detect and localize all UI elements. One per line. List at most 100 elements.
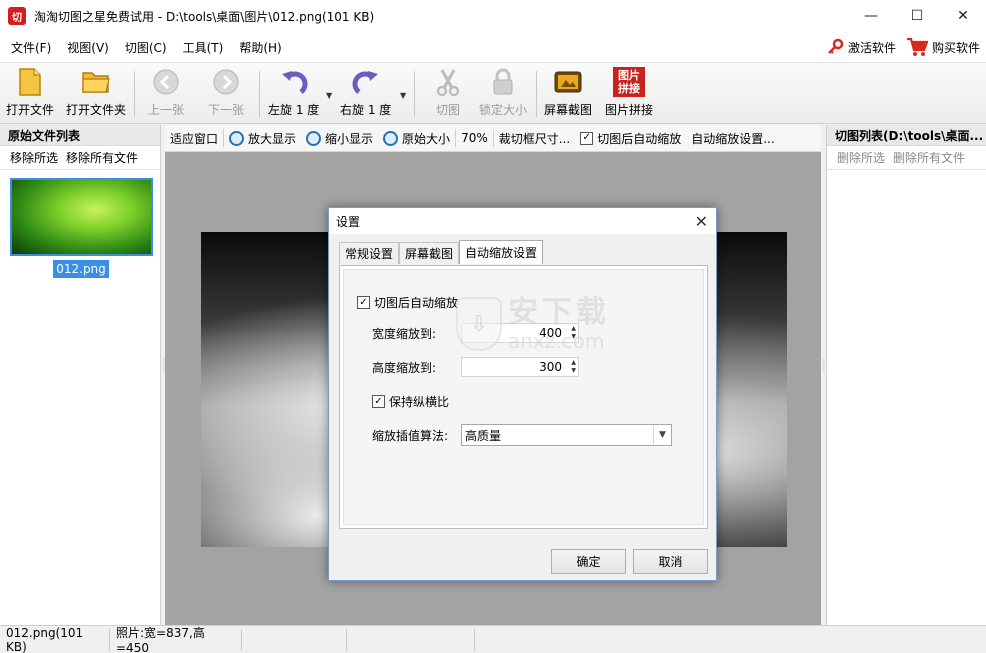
crop-size-label: 裁切框尺寸... [498,131,571,146]
window-title: 淘淘切图之星免费试用 - D:\tools\桌面\图片\012.png(101 … [34,9,375,24]
rotate-left-button[interactable]: 左旋 1 度 [268,67,319,121]
key-icon [828,38,844,54]
cancel-button[interactable]: 取消 [633,549,708,574]
cut-list-actions: 删除所选 删除所有文件 [827,146,986,170]
auto-zoom-settings-button[interactable]: 自动缩放设置... [686,130,779,147]
right-splitter[interactable]: ⋮ ⋮ ⋮ [821,359,827,386]
open-folder-label: 打开文件夹 [66,103,127,117]
keep-ratio-label: 保持纵横比 [389,395,450,409]
zoom-level[interactable]: 70% [456,131,493,145]
arrow-left-icon [150,67,182,97]
ok-button[interactable]: 确定 [551,549,626,574]
menu-cut[interactable]: 切图(C) [117,39,175,56]
menu-view[interactable]: 视图(V) [59,39,117,56]
rotate-right-button[interactable]: 右旋 1 度 [340,67,391,121]
rotate-right-dropdown-icon[interactable]: ▼ [400,91,406,100]
remove-selected-button[interactable]: 移除所选 [10,149,58,166]
tab-auto-zoom[interactable]: 自动缩放设置 [459,240,544,264]
keep-ratio-row: ✓ 保持纵横比 [372,393,449,410]
width-label: 宽度缩放到: [372,327,437,341]
toolbar-separator [259,71,260,117]
file-thumbnail-label[interactable]: 012.png [53,260,109,278]
watermark: ⇩ 安下载 anxz.com [456,296,610,352]
status-file: 012.png(101 KB) [0,626,110,653]
minimize-button[interactable]: — [848,0,894,32]
dialog-title: 设置 [336,214,361,229]
toolbar-separator [536,71,537,117]
tab-screenshot[interactable]: 屏幕截图 [399,242,460,264]
main-toolbar: 打开文件 打开文件夹 上一张 下一张 左旋 1 度 ▼ 右旋 1 度 ▼ 切图 … [0,62,986,124]
dialog-close-icon[interactable]: ✕ [695,212,708,231]
lock-size-label: 锁定大小 [479,103,528,117]
image-stitch-button[interactable]: 图片 拼接 图片拼接 [605,67,653,121]
next-label: 下一张 [208,103,245,117]
screenshot-button[interactable]: 屏幕截图 [544,67,592,121]
next-image-button[interactable]: 下一张 [208,67,244,121]
status-empty-2 [347,628,475,651]
status-bar: 012.png(101 KB) 照片:宽=837,高=450 [0,625,986,653]
view-toolbar: 适应窗口 放大显示 缩小显示 原始大小 70% 裁切框尺寸... ✓ 切图后自动… [165,125,821,152]
algorithm-value: 高质量 [465,428,502,443]
menu-right-actions: 激活软件 购买软件 [826,32,980,62]
zoom-out-button[interactable]: 缩小显示 [301,130,378,147]
delete-selected-button[interactable]: 删除所选 [837,149,885,166]
zoom-out-label: 缩小显示 [325,131,374,146]
title-bar: 切 淘淘切图之星免费试用 - D:\tools\桌面\图片\012.png(10… [0,0,986,32]
height-spin-arrows-icon[interactable]: ▲ ▼ [571,359,576,375]
original-size-icon [383,130,399,146]
screenshot-icon [552,67,584,97]
fit-window-label: 适应窗口 [170,131,219,146]
close-button[interactable]: ✕ [940,0,986,32]
zoom-in-button[interactable]: 放大显示 [224,130,301,147]
menu-tools[interactable]: 工具(T) [175,39,232,56]
source-file-actions: 移除所选 移除所有文件 [0,146,160,170]
auto-zoom-checkbox[interactable]: ✓ [580,131,594,145]
open-folder-button[interactable]: 打开文件夹 [66,67,126,121]
delete-all-button[interactable]: 删除所有文件 [893,149,965,166]
file-thumbnail[interactable] [10,178,153,256]
cut-list-title: 切图列表(D:\tools\桌面... [827,125,986,146]
height-spinbox[interactable]: 300 ▲ ▼ [461,357,579,377]
remove-all-button[interactable]: 移除所有文件 [66,149,138,166]
source-file-panel: 原始文件列表 移除所选 移除所有文件 012.png [0,125,161,625]
source-file-title: 原始文件列表 [0,125,160,146]
lock-size-button[interactable]: 锁定大小 [479,67,527,121]
cut-button[interactable]: 切图 [432,67,464,121]
auto-zoom-after-cut-toggle[interactable]: ✓ 切图后自动缩放 [575,130,686,147]
original-size-button[interactable]: 原始大小 [378,130,455,147]
buy-software-button[interactable]: 购买软件 [906,37,980,57]
menu-file[interactable]: 文件(F) [0,39,59,56]
open-file-icon [14,67,46,97]
cut-label: 切图 [435,103,460,117]
buy-label: 购买软件 [931,40,980,55]
rotate-left-dropdown-icon[interactable]: ▼ [326,91,332,100]
prev-image-button[interactable]: 上一张 [148,67,184,121]
toolbar-separator [134,71,135,117]
arrow-right-icon [210,67,242,97]
algorithm-select[interactable]: 高质量 ▼ [461,424,672,446]
open-folder-icon [80,67,112,97]
status-empty-1 [242,628,347,651]
algorithm-label: 缩放插值算法: [372,429,449,443]
activate-label: 激活软件 [847,40,896,55]
maximize-button[interactable]: ☐ [894,0,940,32]
auto-zoom-dialog-checkbox[interactable]: ✓ [357,296,370,309]
open-file-button[interactable]: 打开文件 [6,67,54,121]
chevron-down-icon[interactable]: ▼ [653,425,671,445]
zoom-in-icon [229,130,245,146]
fit-window-button[interactable]: 适应窗口 [165,130,223,147]
menu-help[interactable]: 帮助(H) [231,39,289,56]
height-label-row: 高度缩放到: [372,359,436,376]
auto-zoom-label: 切图后自动缩放 [597,131,682,146]
stitch-icon: 图片 拼接 [613,67,645,97]
menu-bar: 文件(F) 视图(V) 切图(C) 工具(T) 帮助(H) 激活软件 购买软件 [0,32,986,62]
prev-label: 上一张 [148,103,185,117]
zoom-level-label: 70% [461,131,488,145]
crop-size-button[interactable]: 裁切框尺寸... [494,130,575,147]
activate-software-button[interactable]: 激活软件 [826,38,896,56]
keep-ratio-checkbox[interactable]: ✓ [372,395,385,408]
status-dimensions: 照片:宽=837,高=450 [110,626,242,653]
tab-general[interactable]: 常规设置 [339,242,400,264]
auto-zoom-dialog-label: 切图后自动缩放 [374,296,459,310]
zoom-in-label: 放大显示 [248,131,297,146]
